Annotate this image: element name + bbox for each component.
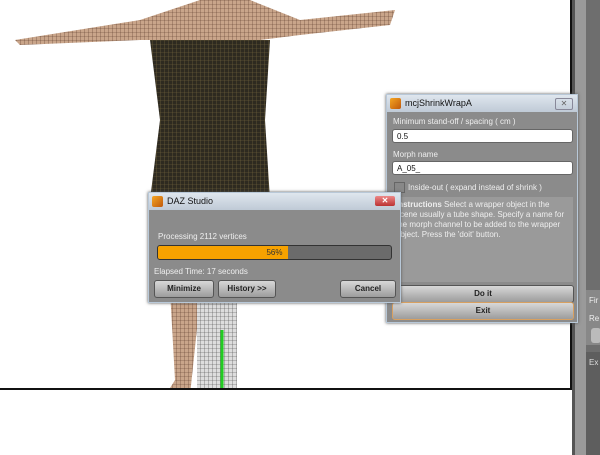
dialog-title-bar: DAZ Studio ✕ <box>149 193 400 210</box>
dialog-title-bar: mcjShrinkWrapA ✕ <box>387 95 577 112</box>
instructions-box: Instructions Select a wrapper object in … <box>392 197 573 282</box>
progress-label: 56% <box>266 248 283 257</box>
inside-out-label: Inside-out ( expand instead of shrink ) <box>408 183 542 192</box>
side-label-2: Re <box>589 314 600 323</box>
spacing-label: Minimum stand-off / spacing ( cm ) <box>393 117 516 126</box>
progress-bar: 56% <box>157 245 392 260</box>
close-icon[interactable]: ✕ <box>555 98 573 110</box>
morph-name-input[interactable]: A_05_ <box>392 161 573 175</box>
morph-name-label: Morph name <box>393 150 438 159</box>
cancel-button[interactable]: Cancel <box>340 280 396 298</box>
exit-button[interactable]: Exit <box>392 302 574 320</box>
app-icon <box>152 196 163 207</box>
app-icon <box>390 98 401 109</box>
progress-dialog: DAZ Studio ✕ Processing 2112 vertices 56… <box>148 192 401 303</box>
do-it-button[interactable]: Do it <box>392 285 574 303</box>
shrink-wrap-dialog: mcjShrinkWrapA ✕ Minimum stand-off / spa… <box>386 94 578 323</box>
elapsed-time: Elapsed Time: 17 seconds <box>154 267 248 276</box>
side-label-1: Fir <box>589 296 599 305</box>
dialog-title: DAZ Studio <box>167 196 214 206</box>
instructions-heading: Instructions <box>396 200 442 209</box>
progress-status: Processing 2112 vertices <box>158 232 247 241</box>
dialog-title: mcjShrinkWrapA <box>405 98 472 108</box>
history-button[interactable]: History >> <box>218 280 276 298</box>
side-panel: Fir Re Ex <box>586 0 600 455</box>
side-label-3: Ex <box>589 358 599 367</box>
side-button[interactable] <box>591 328 600 343</box>
minimize-button[interactable]: Minimize <box>154 280 214 298</box>
close-icon[interactable]: ✕ <box>375 196 395 206</box>
spacing-input[interactable]: 0.5 <box>392 129 573 143</box>
